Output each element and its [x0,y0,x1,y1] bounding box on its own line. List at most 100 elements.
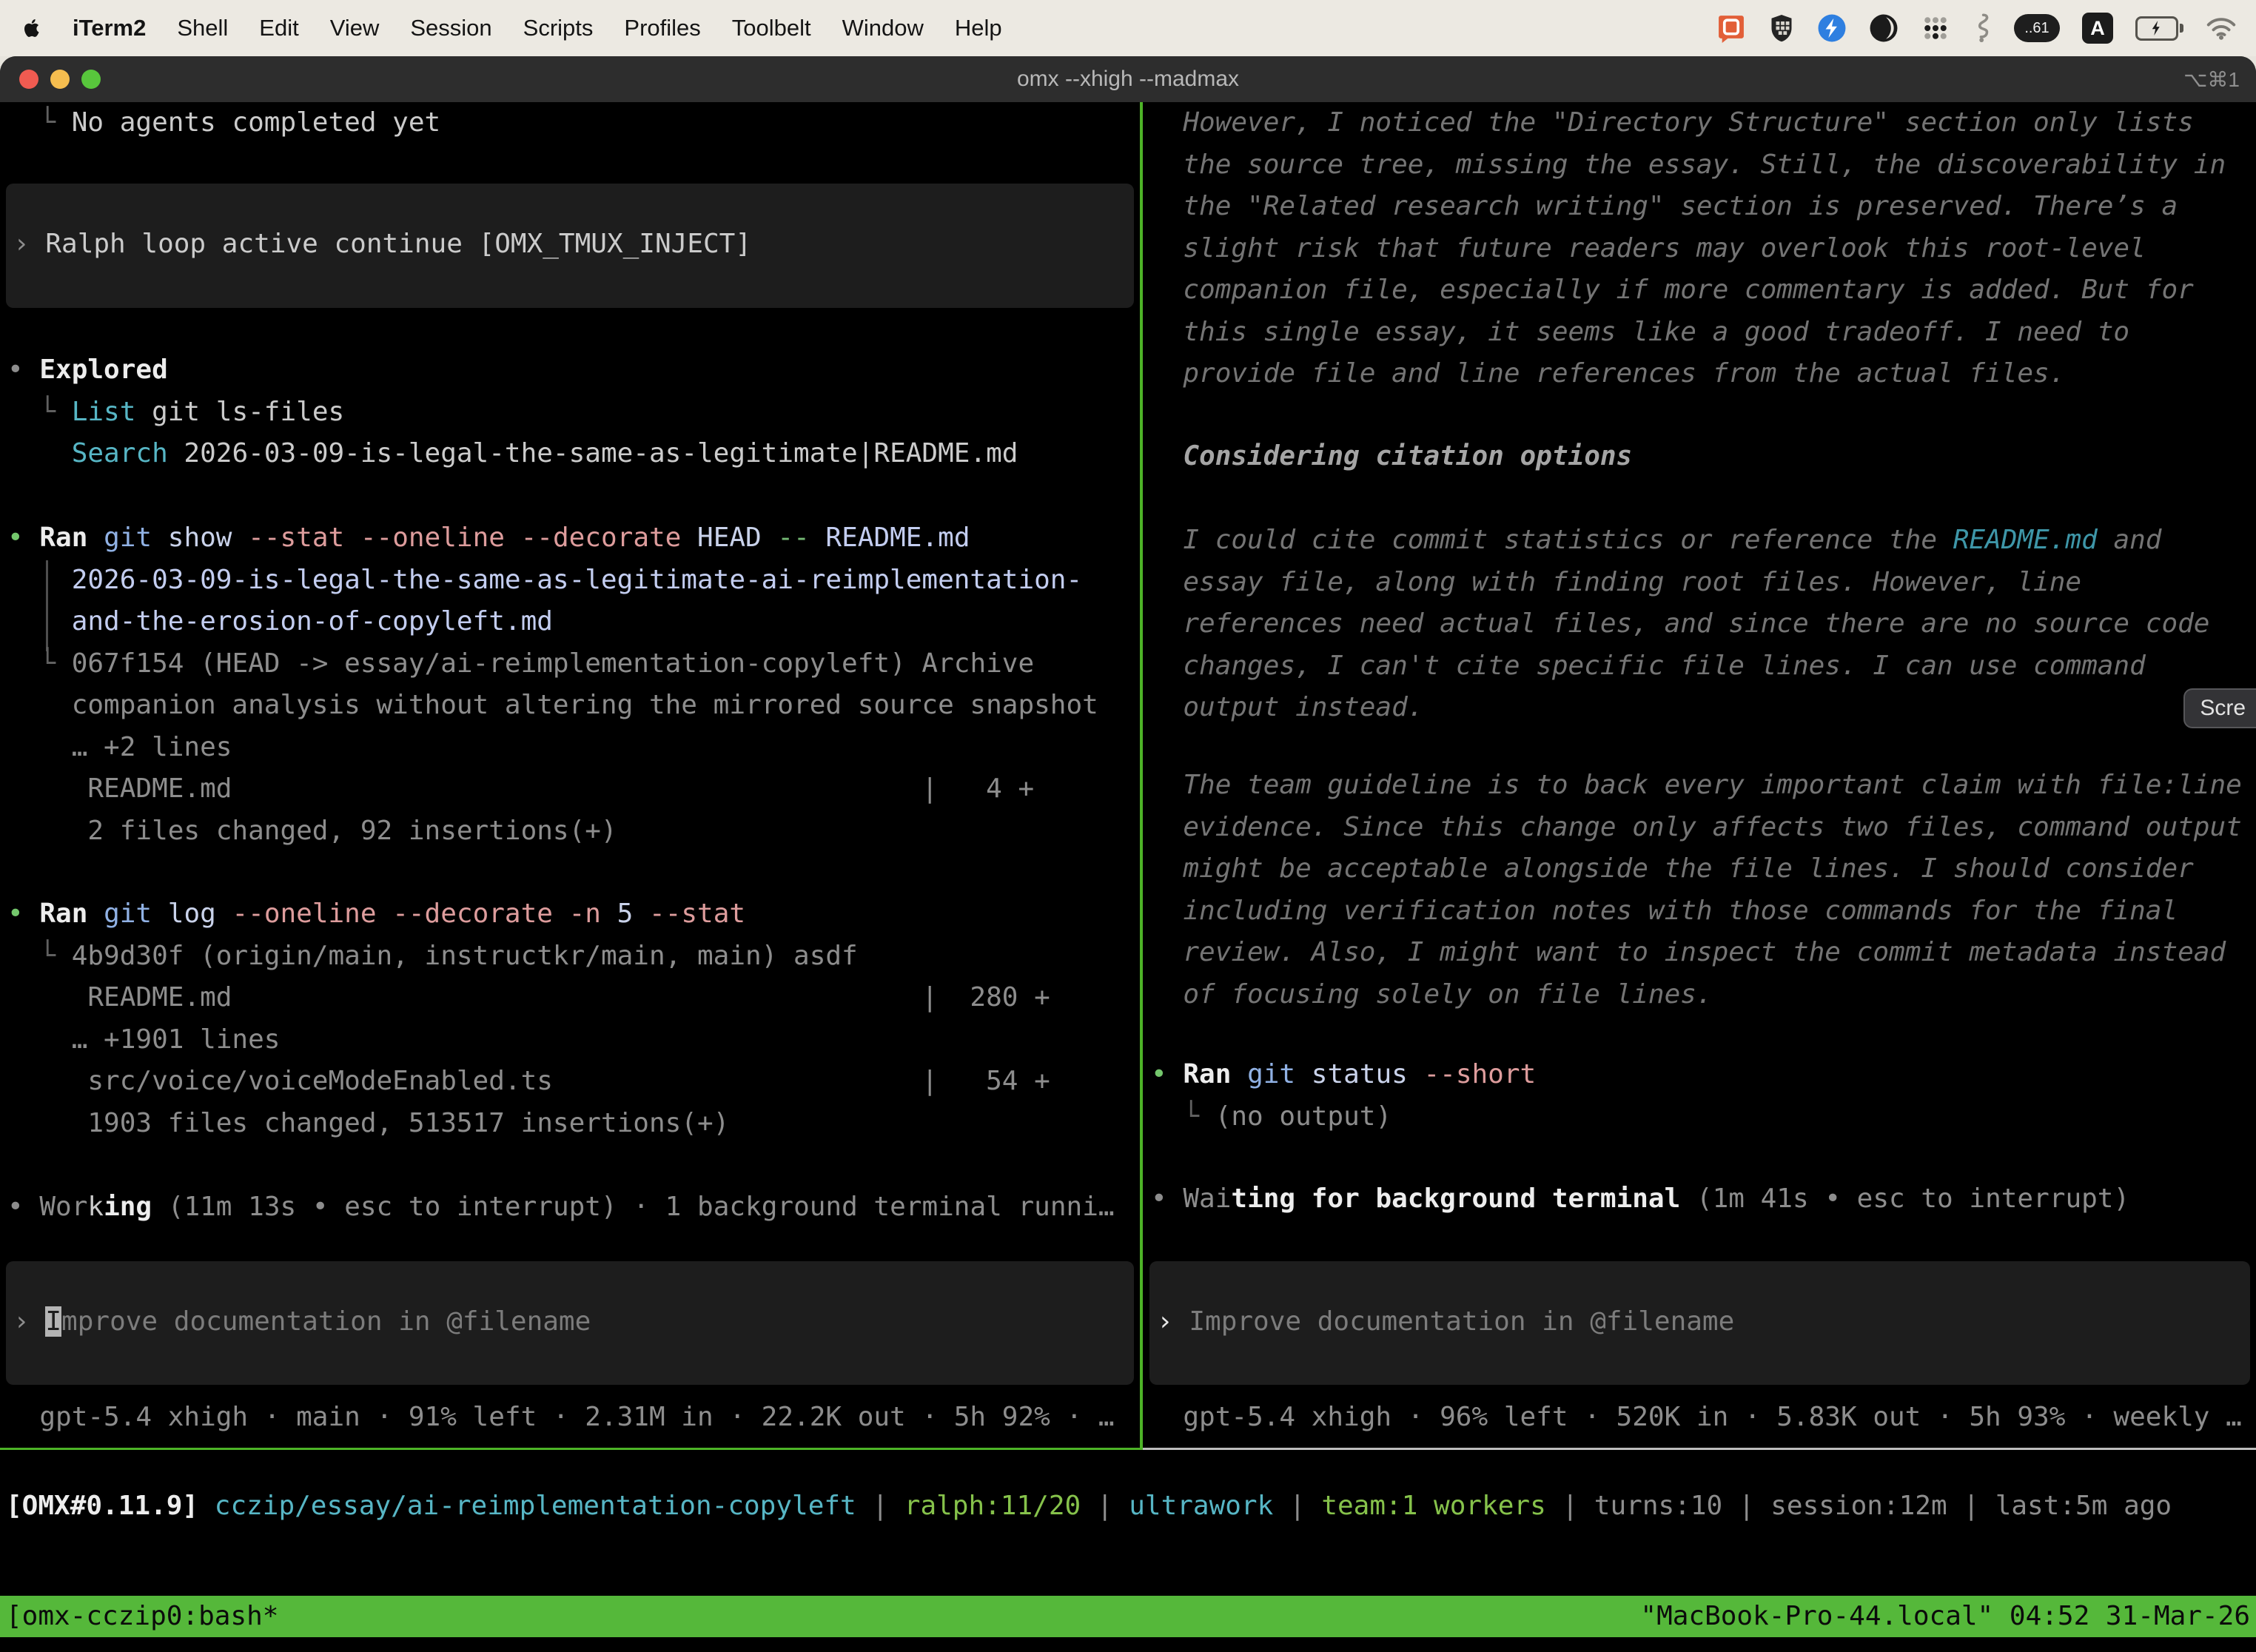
block-git-show: • Ran git show --stat --oneline --decora… [7,517,1140,852]
tmux-session-label: [omx-cczip0:bash* [0,1596,278,1638]
term-line: references need actual files, and since … [1151,603,2256,645]
term-line: companion analysis without altering the … [7,685,1140,727]
term-line: evidence. Since this change only affects… [1151,807,2256,849]
term-line: • Explored [7,349,1140,392]
block-working: • Working (11m 13s • esc to interrupt) ·… [7,1186,1140,1229]
term-line: • Ran git show --stat --oneline --decora… [7,517,1140,560]
term-line: › Improve documentation in @filename [1157,1301,2250,1343]
dots-grid-icon[interactable] [1921,13,1950,43]
term-line: └ 4b9d30f (origin/main, instructkr/main,… [7,936,1140,978]
term-line: review. Also, I might want to inspect th… [1151,932,2256,974]
term-line: and-the-erosion-of-copyleft.md [7,601,1140,643]
term-line: essay file, along with finding root file… [1151,562,2256,604]
percent-badge[interactable]: ..61 [2014,14,2060,42]
term-line: README.md | 4 + [7,768,1140,810]
omx-status-line: [OMX#0.11.9] cczip/essay/ai-reimplementa… [6,1485,2256,1528]
tmux-status-bar: [omx-cczip0:bash* "MacBook-Pro-44.local"… [0,1596,2256,1637]
pane-left[interactable]: └ No agents completed yet › Ralph loop ac… [0,102,1140,1652]
term-line: README.md | 280 + [7,977,1140,1019]
term-line: changes, I can't cite specific file line… [1151,645,2256,688]
menu-item-view[interactable]: View [330,15,380,41]
menu-item-help[interactable]: Help [955,15,1002,41]
term-line: gpt-5.4 xhigh · 96% left · 520K in · 5.8… [1151,1397,2256,1439]
term-line: provide file and line references from th… [1151,353,2256,395]
block-para1: However, I noticed the "Directory Struct… [1151,102,2256,395]
block-prompt-box[interactable]: › Improve documentation in @filename [1149,1261,2250,1385]
chat-app-icon[interactable] [1716,13,1746,43]
tmux-host-clock: "MacBook-Pro-44.local" 04:52 31-Mar-26 [1640,1596,2256,1638]
block-ralph-box[interactable]: › Ralph loop active continue [OMX_TMUX_I… [6,184,1134,308]
term-line: └ No agents completed yet [7,102,1140,144]
term-line: the source tree, missing the essay. Stil… [1151,144,2256,187]
term-line: … +1901 lines [7,1019,1140,1061]
dark-crescent-icon[interactable] [1869,13,1899,43]
term-line: └ List git ls-files [7,392,1140,434]
pane-right[interactable]: However, I noticed the "Directory Struct… [1144,102,2256,1652]
window-title: omx --xhigh --madmax [0,56,2256,102]
term-line: └ 067f154 (HEAD -> essay/ai-reimplementa… [7,643,1140,685]
block-status: gpt-5.4 xhigh · 96% left · 520K in · 5.8… [1151,1397,2256,1439]
block-para2: I could cite commit statistics or refere… [1151,520,2256,729]
term-line: • Working (11m 13s • esc to interrupt) ·… [7,1186,1140,1229]
term-line: might be acceptable alongside the file l… [1151,848,2256,890]
input-source-icon[interactable]: A [2082,13,2113,44]
term-line: 2026-03-09-is-legal-the-same-as-legitima… [7,560,1140,602]
term-line: I could cite commit statistics or refere… [1151,520,2256,562]
block-status: gpt-5.4 xhigh · main · 91% left · 2.31M … [7,1397,1140,1439]
menu-item-toolbelt[interactable]: Toolbelt [732,15,811,41]
window-shortcut-badge: ⌥⌘1 [2183,56,2240,102]
menu-item-shell[interactable]: Shell [177,15,228,41]
wifi-icon[interactable] [2206,16,2237,41]
term-line: including verification notes with those … [1151,890,2256,933]
menu-status-icons: ..61 A [1716,13,2237,44]
block-no-agents: └ No agents completed yet [7,102,1140,144]
term-line: 2 files changed, 92 insertions(+) [7,810,1140,853]
term-line: gpt-5.4 xhigh · main · 91% left · 2.31M … [7,1397,1140,1439]
screen-share-overlay[interactable]: Scre [2183,688,2256,728]
term-line: output instead. [1151,687,2256,729]
term-line: 1903 files changed, 513517 insertions(+) [7,1103,1140,1145]
term-line: companion file, especially if more comme… [1151,269,2256,312]
pane-border-bottom-left [0,1448,1143,1450]
term-line: of focusing solely on file lines. [1151,974,2256,1016]
apple-menu-icon[interactable] [19,16,41,41]
term-line: slight risk that future readers may over… [1151,228,2256,270]
term-line: The team guideline is to back every impo… [1151,765,2256,807]
menu-item-scripts[interactable]: Scripts [523,15,594,41]
blue-bolt-badge-icon[interactable] [1817,13,1847,43]
terminal-content: └ No agents completed yet › Ralph loop ac… [0,102,2256,1652]
menu-item-window[interactable]: Window [842,15,924,41]
term-line: Search 2026-03-09-is-legal-the-same-as-l… [7,433,1140,475]
iterm-window: omx --xhigh --madmax ⌥⌘1 └ No agents com… [0,56,2256,1652]
squiggle-icon[interactable] [1973,13,1992,44]
menu-item-edit[interactable]: Edit [259,15,298,41]
term-line: this single essay, it seems like a good … [1151,312,2256,354]
term-line: … +2 lines [7,727,1140,769]
shield-grid-icon[interactable] [1768,13,1795,43]
pane-border-bottom-right [1143,1448,2256,1450]
term-line: › Ralph loop active continue [OMX_TMUX_I… [13,224,1134,266]
pane-divider[interactable] [1140,102,1143,1450]
block-waiting: • Waiting for background terminal (1m 41… [1151,1178,2256,1220]
term-line: the "Related research writing" section i… [1151,186,2256,228]
screen: iTerm2 Shell Edit View Session Scripts P… [0,0,2256,1652]
term-line: • Ran git log --oneline --decorate -n 5 … [7,893,1140,936]
block-prompt-box[interactable]: › Improve documentation in @filename [6,1261,1134,1385]
term-line: › Improve documentation in @filename [13,1301,1134,1343]
term-line: However, I noticed the "Directory Struct… [1151,102,2256,144]
title-bar: omx --xhigh --madmax ⌥⌘1 [0,56,2256,102]
term-line: └ (no output) [1151,1096,2256,1138]
term-line: • Waiting for background terminal (1m 41… [1151,1178,2256,1220]
battery-icon[interactable] [2135,16,2183,41]
menu-item-app[interactable]: iTerm2 [73,15,146,41]
menu-item-session[interactable]: Session [410,15,491,41]
term-line: Considering citation options [1151,436,2256,478]
menu-bar: iTerm2 Shell Edit View Session Scripts P… [0,0,2256,56]
menu-item-profiles[interactable]: Profiles [624,15,700,41]
block-heading: Considering citation options [1151,436,2256,478]
block-para3: The team guideline is to back every impo… [1151,765,2256,1015]
menu-items: iTerm2 Shell Edit View Session Scripts P… [19,15,1002,41]
block-git-status: • Ran git status --short └ (no output) [1151,1054,2256,1138]
block-git-log: • Ran git log --oneline --decorate -n 5 … [7,893,1140,1144]
term-line: • Ran git status --short [1151,1054,2256,1096]
